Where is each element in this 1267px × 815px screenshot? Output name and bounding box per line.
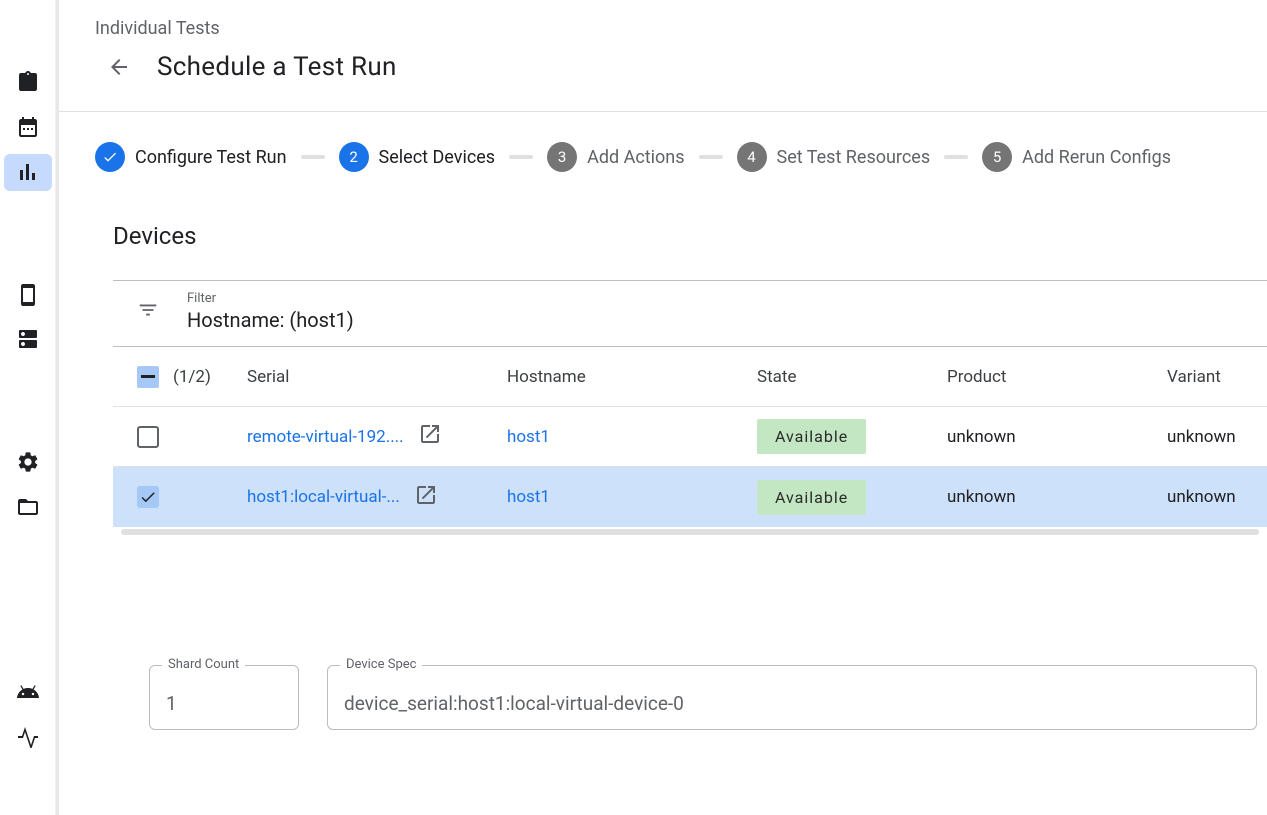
step-connector xyxy=(509,155,533,159)
hostname-link[interactable]: host1 xyxy=(507,427,550,447)
filter-bar[interactable]: Filter Hostname: (host1) xyxy=(113,281,1267,347)
table-row[interactable]: host1:local-virtual-... host1 Available … xyxy=(113,467,1267,527)
dns-icon xyxy=(16,327,40,351)
shard-count-label: Shard Count xyxy=(162,657,245,672)
step-connector xyxy=(944,155,968,159)
sidebar-item-folder[interactable] xyxy=(4,488,52,525)
section-title-devices: Devices xyxy=(113,222,1267,250)
step-number: 3 xyxy=(547,142,577,172)
device-spec-field[interactable]: Device Spec device_serial:host1:local-vi… xyxy=(327,665,1257,730)
step-label: Add Rerun Configs xyxy=(1022,147,1171,168)
sidebar-item-settings[interactable] xyxy=(4,443,52,480)
clipboard-icon xyxy=(16,70,40,94)
row-checkbox[interactable] xyxy=(137,426,159,448)
col-header-state[interactable]: State xyxy=(757,367,947,387)
filter-icon xyxy=(137,299,159,325)
hostname-link[interactable]: host1 xyxy=(507,487,550,507)
step-add-actions[interactable]: 3 Add Actions xyxy=(547,142,684,172)
bar-chart-icon xyxy=(16,160,40,184)
sidebar-item-android[interactable] xyxy=(4,673,52,710)
step-configure-test-run[interactable]: Configure Test Run xyxy=(95,142,287,172)
serial-link[interactable]: remote-virtual-192.... xyxy=(247,427,404,447)
check-icon xyxy=(102,149,118,165)
row-checkbox[interactable] xyxy=(137,486,159,508)
sidebar-item-hosts[interactable] xyxy=(4,321,52,358)
col-header-serial[interactable]: Serial xyxy=(247,367,507,387)
heartbeat-icon xyxy=(16,724,40,748)
arrow-back-icon xyxy=(107,55,131,79)
step-label: Set Test Resources xyxy=(777,147,931,168)
shard-count-field[interactable]: Shard Count 1 xyxy=(149,665,299,730)
variant-value: unknown xyxy=(1167,487,1267,507)
gear-icon xyxy=(16,450,40,474)
col-header-variant[interactable]: Variant xyxy=(1167,367,1267,387)
back-button[interactable] xyxy=(99,47,139,87)
step-label: Configure Test Run xyxy=(135,147,287,168)
stepper: Configure Test Run 2 Select Devices 3 Ad… xyxy=(59,112,1267,202)
check-icon xyxy=(139,488,157,506)
col-header-hostname[interactable]: Hostname xyxy=(507,367,757,387)
filter-value: Hostname: (host1) xyxy=(187,308,354,332)
android-icon xyxy=(16,680,40,704)
table-row[interactable]: remote-virtual-192.... host1 Available u… xyxy=(113,407,1267,467)
step-select-devices[interactable]: 2 Select Devices xyxy=(339,142,496,172)
sidebar xyxy=(0,0,56,815)
product-value: unknown xyxy=(947,427,1167,447)
variant-value: unknown xyxy=(1167,427,1267,447)
step-number: 4 xyxy=(737,142,767,172)
open-in-new-icon[interactable] xyxy=(418,422,442,451)
shard-count-value[interactable]: 1 xyxy=(166,692,282,715)
step-number: 2 xyxy=(339,142,369,172)
selection-count: (1/2) xyxy=(173,367,211,387)
status-badge: Available xyxy=(757,419,866,454)
folder-open-icon xyxy=(16,495,40,519)
sidebar-item-results[interactable] xyxy=(4,154,52,191)
step-connector xyxy=(699,155,723,159)
step-number: 5 xyxy=(982,142,1012,172)
smartphone-icon xyxy=(16,283,40,307)
select-all-checkbox[interactable] xyxy=(137,366,159,388)
product-value: unknown xyxy=(947,487,1167,507)
device-spec-label: Device Spec xyxy=(340,657,422,672)
step-connector xyxy=(301,155,325,159)
device-spec-value[interactable]: device_serial:host1:local-virtual-device… xyxy=(344,692,1240,715)
sidebar-item-schedule[interactable] xyxy=(4,109,52,146)
devices-table: (1/2) Serial Hostname State Product Vari… xyxy=(113,347,1267,535)
step-add-rerun-configs[interactable]: 5 Add Rerun Configs xyxy=(982,142,1171,172)
status-badge: Available xyxy=(757,480,866,515)
open-in-new-icon[interactable] xyxy=(414,483,438,512)
breadcrumb: Individual Tests xyxy=(95,18,1267,39)
sidebar-item-tests[interactable] xyxy=(4,64,52,101)
filter-label: Filter xyxy=(187,291,354,306)
step-complete-icon xyxy=(95,142,125,172)
sidebar-item-devices[interactable] xyxy=(4,276,52,313)
step-set-test-resources[interactable]: 4 Set Test Resources xyxy=(737,142,931,172)
col-header-product[interactable]: Product xyxy=(947,367,1167,387)
sidebar-item-health[interactable] xyxy=(4,718,52,755)
step-label: Select Devices xyxy=(379,147,496,168)
serial-link[interactable]: host1:local-virtual-... xyxy=(247,487,400,507)
page-title: Schedule a Test Run xyxy=(157,52,397,82)
calendar-icon xyxy=(16,115,40,139)
step-label: Add Actions xyxy=(587,147,684,168)
